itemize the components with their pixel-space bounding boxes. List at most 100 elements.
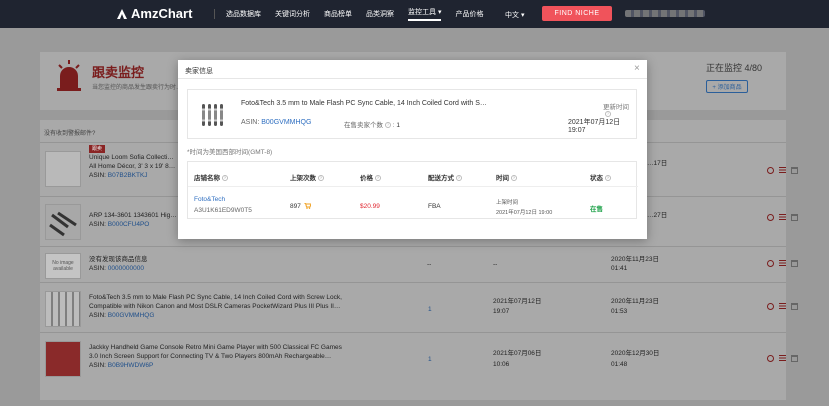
update-time-label: 更新时间 <box>603 104 629 111</box>
asin-link[interactable]: B0B9HWDW6P <box>108 362 154 369</box>
mute-alert-icon[interactable] <box>767 167 774 174</box>
col-price-label: 价格 <box>360 175 373 182</box>
nav-category-insight[interactable]: 品类洞察 <box>366 9 394 19</box>
hijack-time: -- <box>493 261 498 268</box>
nav-product-database[interactable]: 选品数据库 <box>226 9 261 19</box>
product-thumbnail <box>45 291 81 327</box>
nav-product-ranking[interactable]: 商品榜单 <box>324 9 352 19</box>
seller-count-value: 1 <box>396 122 401 129</box>
store-name-link[interactable]: Foto&Tech <box>194 196 225 203</box>
help-icon[interactable]: ? <box>318 175 324 182</box>
status-badge: 在售 <box>590 206 603 213</box>
list-icon[interactable] <box>779 214 786 221</box>
hijack-tag: 跟卖 <box>89 145 105 153</box>
col-listing-count-label: 上架次数 <box>290 175 316 182</box>
brand-logo[interactable]: AmzChart <box>116 6 192 21</box>
product-info: Jackky Handheld Game Console Retro Mini … <box>89 343 419 370</box>
update-time-value: 2021年07月12日 19:07 <box>568 119 621 134</box>
asin-label: ASIN: <box>89 265 106 272</box>
row-actions <box>767 167 798 174</box>
seller-count[interactable]: 1 <box>428 355 432 364</box>
asin-link[interactable]: B000CFU4PO <box>108 221 150 228</box>
table-row: Jackky Handheld Game Console Retro Mini … <box>40 332 798 386</box>
trash-icon[interactable] <box>791 167 798 174</box>
trash-icon[interactable] <box>791 214 798 221</box>
asin-link[interactable]: B00GVMMHQG <box>108 312 155 319</box>
language-selector[interactable]: 中文 ▾ <box>505 10 524 20</box>
row-actions <box>767 303 798 310</box>
asin-line: ASIN: 0000000000 <box>89 264 419 273</box>
list-icon[interactable] <box>779 355 786 362</box>
nav-keyword-analysis[interactable]: 关键词分析 <box>275 9 310 19</box>
seller-count-line: 在售卖家个数? : 1 <box>344 122 401 129</box>
mute-alert-icon[interactable] <box>767 214 774 221</box>
asin-link[interactable]: 0000000000 <box>108 265 144 272</box>
help-icon[interactable]: ? <box>375 175 381 182</box>
help-icon[interactable]: ? <box>605 175 611 182</box>
trash-icon[interactable] <box>791 260 798 267</box>
col-time-label: 时间 <box>496 175 509 182</box>
language-label: 中文 <box>505 12 519 19</box>
close-icon[interactable]: × <box>634 64 640 74</box>
user-account[interactable] <box>625 10 705 17</box>
hijack-time: 2021年07月06日 <box>493 350 542 357</box>
nav-divider <box>214 9 215 19</box>
cable-image <box>219 104 223 126</box>
list-icon[interactable] <box>779 260 786 267</box>
help-icon[interactable]: ? <box>456 175 462 182</box>
product-image <box>196 100 228 130</box>
find-niche-button[interactable]: FIND NICHE <box>542 6 612 21</box>
no-image-placeholder: No image available <box>45 253 81 279</box>
modal-header: 卖家信息 × <box>178 60 647 79</box>
asin-link[interactable]: B00GVMMHQG <box>261 119 311 126</box>
cable-image <box>201 104 205 126</box>
mute-alert-icon[interactable] <box>767 260 774 267</box>
asin-label: ASIN: <box>89 221 106 228</box>
col-fulfillment-label: 配送方式 <box>428 175 454 182</box>
table-row: Foto&Tech 3.5 mm to Male Flash PC Sync C… <box>40 282 798 332</box>
nav-product-price[interactable]: 产品价格 <box>455 9 483 19</box>
product-title-line1: 没有发现该商品信息 <box>89 256 148 263</box>
alarm-icon <box>57 60 81 91</box>
listing-time-label: 上架时间 <box>496 200 519 206</box>
cable-image <box>207 104 211 126</box>
mute-alert-icon[interactable] <box>767 355 774 362</box>
nav-monitor-tools[interactable]: 监控工具 ▾ <box>408 7 442 21</box>
seller-count[interactable]: 1 <box>428 305 432 314</box>
update-time-label-wrap: 更新时间? <box>603 101 636 118</box>
added-date: 2020年11月23日 <box>611 256 659 263</box>
email-alert-hint[interactable]: 没有收到警报邮件? <box>44 128 95 137</box>
row-actions <box>767 260 798 267</box>
added-time: 01:53 <box>611 308 628 315</box>
hijack-time-clock: 10:06 <box>493 361 510 368</box>
page-title: 跟卖监控 <box>92 65 145 80</box>
list-icon[interactable] <box>779 167 786 174</box>
help-icon[interactable]: ? <box>385 122 391 129</box>
price-value: $20.99 <box>360 203 380 210</box>
help-icon[interactable]: ? <box>511 175 517 182</box>
col-status: 状态? <box>590 172 611 182</box>
add-product-button[interactable]: + 添加商品 <box>706 80 748 93</box>
seller-id: A3U1K61ED9W0T5 <box>194 207 252 214</box>
hijack-time-clock: 19:07 <box>493 308 510 315</box>
monitor-count: 正在监控 4/80 <box>706 63 763 73</box>
asin-label: ASIN: <box>89 172 106 179</box>
trash-icon[interactable] <box>791 355 798 362</box>
brand-name: AmzChart <box>131 6 193 21</box>
asin-label: ASIN: <box>89 362 106 369</box>
product-name: Foto&Tech 3.5 mm to Male Flash PC Sync C… <box>241 100 487 107</box>
page-subtitle: 当您监控的商品发生跟卖行为时… <box>92 85 183 91</box>
trash-icon[interactable] <box>791 303 798 310</box>
help-icon[interactable]: ? <box>222 175 228 182</box>
mute-alert-icon[interactable] <box>767 303 774 310</box>
list-icon[interactable] <box>779 303 786 310</box>
asin-line: ASIN: B0B9HWDW6P <box>89 361 419 370</box>
asin-link[interactable]: B07B2BKTKJ <box>108 172 148 179</box>
col-price: 价格? <box>360 172 381 182</box>
seller-info-modal: 卖家信息 × Foto&Tech 3.5 mm to Male Flash PC… <box>178 60 647 239</box>
product-title-line1: Foto&Tech 3.5 mm to Male Flash PC Sync C… <box>89 294 342 301</box>
logo-icon <box>117 8 127 19</box>
col-listing-count: 上架次数? <box>290 172 324 182</box>
product-thumbnail <box>45 341 81 377</box>
product-title-line2: Compatible with Nikon Canon and Most DSL… <box>89 303 341 310</box>
